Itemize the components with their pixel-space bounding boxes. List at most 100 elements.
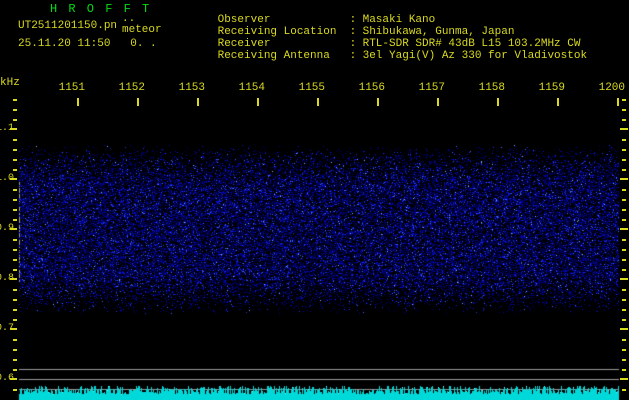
right-axis-tick-minor [622,319,626,321]
info-value: RTL-SDR SDR# 43dB L15 103.2MHz CW [362,38,581,50]
right-axis-tick-minor [622,159,626,161]
right-axis-tick-minor [622,349,626,351]
y-axis-tick-minor [13,259,17,261]
right-axis-tick-minor [622,339,626,341]
right-axis-tick-minor [622,389,626,391]
y-axis-tick-minor [13,359,17,361]
right-axis-tick-minor [622,249,626,251]
y-axis-label: 1.1 [0,123,15,134]
y-axis-tick-minor [13,169,17,171]
y-axis-tick-minor [13,389,17,391]
right-axis-tick-major [620,128,628,130]
right-axis-tick-minor [622,289,626,291]
station-info-block: Observer: Masaki Kano Receiving Location:… [178,2,587,62]
right-axis-tick-major [620,328,628,330]
right-axis-tick-major [620,278,628,280]
info-row-observer: Observer: Masaki Kano [178,2,587,26]
info-label: Receiver [217,38,271,50]
x-axis-tick [317,98,319,106]
right-axis-tick-minor [622,169,626,171]
info-value: Masaki Kano [362,14,436,26]
output-filename: UT2511201150.pn [18,20,118,32]
x-axis-tick [197,98,199,106]
x-axis-label: 1152 [118,82,145,94]
right-axis-tick-minor [622,269,626,271]
x-axis-label: 1154 [238,82,265,94]
right-axis-tick-minor [622,149,626,151]
right-axis-tick-minor [622,119,626,121]
y-axis-tick-minor [13,339,17,341]
y-axis-tick-minor [13,209,17,211]
info-separator: : [349,26,357,38]
y-axis-tick-minor [13,269,17,271]
x-axis-tick [497,98,499,106]
info-separator: : [349,50,357,62]
x-axis-label: 1157 [418,82,445,94]
x-axis-label: 1156 [358,82,385,94]
right-axis-tick-major [620,178,628,180]
info-label: Observer [217,14,271,26]
right-axis-tick-minor [622,209,626,211]
info-label: Receiving Location [217,26,337,38]
right-axis-tick-minor [622,189,626,191]
app-title: H R O F F T [50,2,152,16]
y-axis-tick-minor [13,309,17,311]
y-axis-tick-minor [13,289,17,291]
y-axis-tick-minor [13,99,17,101]
y-axis-tick-minor [13,189,17,191]
info-separator: : [349,38,357,50]
y-axis-tick-minor [13,139,17,141]
hrofft-screen: H R O F F T UT2511201150.pn .. meteor 25… [0,0,629,400]
y-axis-tick-minor [13,369,17,371]
right-axis-tick-minor [622,139,626,141]
x-axis-label: 1153 [178,82,205,94]
right-axis-tick-minor [622,199,626,201]
y-axis-tick-minor [13,319,17,321]
y-axis-tick-minor [13,239,17,241]
right-axis-tick-minor [622,109,626,111]
x-axis-label: 1151 [58,82,85,94]
x-axis-label: 1155 [298,82,325,94]
y-axis-label: 1.0 [0,173,15,184]
x-axis-tick [137,98,139,106]
y-axis-tick-minor [13,109,17,111]
y-axis-unit-label: kHz [0,77,20,89]
info-separator: : [349,14,357,26]
y-axis-label: 0.9 [0,223,15,234]
y-axis-tick-minor [13,349,17,351]
y-axis-tick-minor [13,159,17,161]
right-axis-tick-major [620,378,628,380]
x-axis-tick [617,98,619,106]
info-value: Shibukawa, Gunma, Japan [362,26,515,38]
right-axis-tick-minor [622,239,626,241]
observation-mode-label: meteor [122,24,162,36]
x-axis-label: 1200 [598,82,625,94]
datetime-status-line: 25.11.20 11:50 0. . [18,38,157,50]
x-axis-tick [77,98,79,106]
x-axis-tick [377,98,379,106]
x-axis-tick [437,98,439,106]
right-axis-tick-minor [622,299,626,301]
y-axis-label: 0.8 [0,273,15,284]
y-axis-tick-minor [13,149,17,151]
x-axis-label: 1158 [478,82,505,94]
right-axis-tick-minor [622,359,626,361]
y-axis-tick-minor [13,199,17,201]
y-axis-tick-minor [13,249,17,251]
info-label: Receiving Antenna [217,50,330,62]
info-value: 3el Yagi(V) Az 330 for Vladivostok [362,50,588,62]
right-axis-tick-major [620,228,628,230]
right-axis-tick-minor [622,369,626,371]
x-axis-tick [557,98,559,106]
y-axis-tick-minor [13,119,17,121]
y-axis-tick-minor [13,219,17,221]
right-axis-tick-minor [622,309,626,311]
right-axis-tick-minor [622,99,626,101]
y-axis-tick-minor [13,299,17,301]
y-axis-label: 0.7 [0,323,15,334]
right-axis-tick-minor [622,259,626,261]
x-axis-label: 1159 [538,82,565,94]
y-axis-label: 0.6 [0,373,15,384]
right-axis-tick-minor [622,219,626,221]
x-axis-tick [257,98,259,106]
